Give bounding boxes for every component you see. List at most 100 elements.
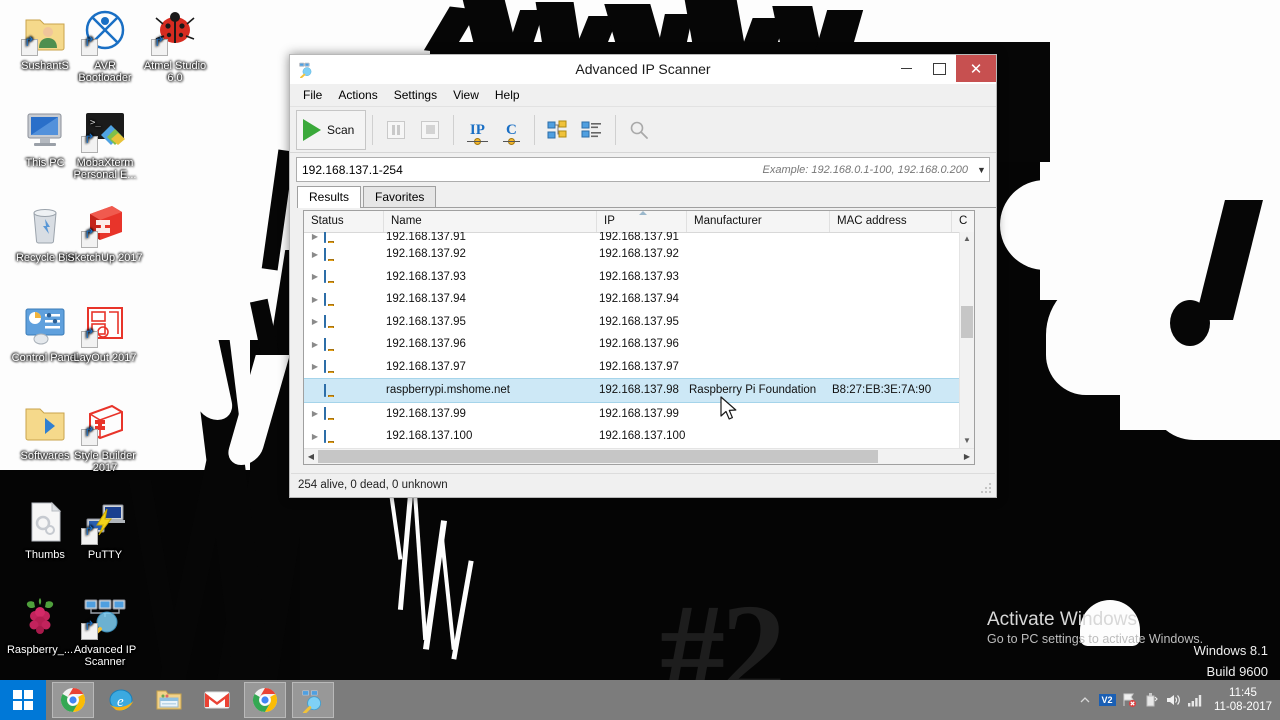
taskbar-chrome-window[interactable]: [244, 682, 286, 718]
expand-triangle-icon[interactable]: ▶: [306, 232, 324, 241]
taskbar-advanced-ip-scanner[interactable]: [292, 682, 334, 718]
horizontal-scroll-thumb[interactable]: [318, 450, 878, 463]
table-row[interactable]: ▶ 192.168.137.99 192.168.137.99: [304, 403, 960, 426]
clock[interactable]: 11:45 11-08-2017: [1214, 686, 1272, 714]
menu-file[interactable]: File: [295, 85, 330, 105]
expand-triangle-icon[interactable]: ▶: [306, 340, 324, 349]
table-row[interactable]: ▶ 192.168.137.100 192.168.137.100: [304, 425, 960, 448]
minimize-button[interactable]: [890, 55, 923, 82]
expand-triangle-icon[interactable]: ▶: [306, 295, 324, 304]
scan-button[interactable]: Scan: [296, 109, 367, 150]
vertical-scrollbar[interactable]: ▲ ▼: [959, 232, 974, 448]
recycle-bin-icon: [21, 200, 69, 248]
find-button[interactable]: [622, 113, 656, 147]
volume-icon[interactable]: [1162, 680, 1184, 720]
computer-status-icon: [324, 383, 339, 397]
activate-windows-watermark: Activate Windows Go to PC settings to ac…: [987, 608, 1203, 646]
desktop-icon-sketchup[interactable]: SketchUp 2017: [66, 200, 144, 264]
desktop-icon-layout-2017[interactable]: LayOut 2017: [66, 300, 144, 364]
expand-triangle-icon[interactable]: ▶: [306, 362, 324, 371]
expand-triangle-icon[interactable]: ▶: [306, 272, 324, 281]
menu-settings[interactable]: Settings: [386, 85, 445, 105]
table-row[interactable]: ▶ 192.168.137.97 192.168.137.97: [304, 356, 960, 379]
desktop-icon-advanced-ip-scanner[interactable]: Advanced IP Scanner: [66, 592, 144, 668]
expand-triangle-icon[interactable]: ▶: [306, 250, 324, 259]
cell-name: raspberrypi.mshome.net: [386, 384, 510, 397]
desktop-icon-label: Atmel Studio 6.0: [143, 60, 207, 84]
tab-results[interactable]: Results: [297, 186, 362, 208]
v2-tray-icon[interactable]: V2: [1096, 680, 1118, 720]
menu-actions[interactable]: Actions: [330, 85, 385, 105]
column-header-mac-address[interactable]: MAC address: [830, 211, 952, 232]
column-header-ip[interactable]: IP: [597, 211, 687, 232]
show-hidden-icons-button[interactable]: [1074, 680, 1096, 720]
desktop-icon-avr-bootloader[interactable]: AVR Bootloader: [66, 8, 144, 84]
stop-button[interactable]: [413, 113, 447, 147]
table-body[interactable]: ▶ 192.168.137.91 192.168.137.91 ▶ 192.168.13…: [304, 232, 960, 448]
c-button[interactable]: C: [494, 113, 528, 147]
ip-range-input[interactable]: [297, 161, 763, 178]
desktop-icon-putty[interactable]: PuTTY: [66, 497, 144, 561]
table-row[interactable]: ▶ 192.168.137.91 192.168.137.91: [304, 232, 960, 243]
menu-help[interactable]: Help: [487, 85, 528, 105]
horizontal-scroll-track[interactable]: [318, 450, 960, 463]
chevron-down-icon[interactable]: ▼: [974, 165, 989, 175]
tab-bar[interactable]: Results Favorites: [297, 186, 996, 208]
desktop-icon-mobaxterm[interactable]: >_ MobaXterm Personal E...: [66, 105, 144, 181]
ip-range-bar[interactable]: Example: 192.168.0.1-100, 192.168.0.200 …: [296, 157, 990, 182]
taskbar[interactable]: e V2 11:45 11-08-2017: [0, 680, 1280, 720]
action-center-flag-icon[interactable]: [1118, 680, 1140, 720]
table-row[interactable]: ▶ 192.168.137.92 192.168.137.92: [304, 243, 960, 266]
table-row[interactable]: ▶ 192.168.137.94 192.168.137.94: [304, 288, 960, 311]
c-icon: C: [502, 121, 520, 145]
scroll-right-button[interactable]: ▶: [960, 452, 974, 461]
table-row[interactable]: raspberrypi.mshome.net 192.168.137.98 Rasp…: [304, 378, 960, 403]
taskbar-gmail[interactable]: [196, 682, 238, 718]
vertical-scroll-thumb[interactable]: [961, 306, 973, 338]
table-header-row[interactable]: Status Name IP Manufacturer MAC address …: [304, 211, 974, 233]
desktop-icon-style-builder[interactable]: Style Builder 2017: [66, 398, 144, 474]
menu-view[interactable]: View: [445, 85, 487, 105]
close-button[interactable]: ✕: [956, 55, 996, 82]
ip-button[interactable]: IP: [460, 113, 494, 147]
desktop-icon-label: LayOut 2017: [73, 352, 137, 364]
safely-remove-hardware-icon[interactable]: [1140, 680, 1162, 720]
table-row[interactable]: ▶ 192.168.137.95 192.168.137.95: [304, 311, 960, 334]
network-signal-icon[interactable]: [1184, 680, 1206, 720]
tab-favorites[interactable]: Favorites: [363, 186, 437, 207]
menu-bar[interactable]: File Actions Settings View Help: [290, 84, 996, 107]
cell-ip: 192.168.137.95: [599, 315, 679, 328]
tree-view-button[interactable]: [541, 113, 575, 147]
toolbar[interactable]: Scan IP C: [290, 107, 996, 153]
resize-grip-icon[interactable]: [981, 483, 992, 494]
column-header-status[interactable]: Status: [304, 211, 384, 232]
column-header-manufacturer[interactable]: Manufacturer: [687, 211, 830, 232]
scroll-left-button[interactable]: ◀: [304, 452, 318, 461]
file-explorer-icon: [156, 690, 182, 710]
maximize-button[interactable]: [923, 55, 956, 82]
column-header-name[interactable]: Name: [384, 211, 597, 232]
horizontal-scrollbar[interactable]: ◀ ▶: [304, 448, 974, 464]
taskbar-file-explorer[interactable]: [148, 682, 190, 718]
system-tray[interactable]: V2 11:45 11-08-2017: [1074, 680, 1280, 720]
expand-triangle-icon[interactable]: ▶: [306, 432, 324, 441]
results-table[interactable]: Status Name IP Manufacturer MAC address …: [303, 210, 975, 465]
table-row[interactable]: ▶ 192.168.137.93 192.168.137.93: [304, 266, 960, 289]
expand-triangle-icon[interactable]: ▶: [306, 409, 324, 418]
desktop-icon-atmel-studio[interactable]: Atmel Studio 6.0: [136, 8, 214, 84]
computer-status-icon: [324, 407, 339, 421]
table-row[interactable]: ▶ 192.168.137.96 192.168.137.96: [304, 333, 960, 356]
cell-name: 192.168.137.93: [386, 270, 466, 283]
scroll-down-button[interactable]: ▼: [960, 434, 974, 448]
taskbar-internet-explorer[interactable]: e: [100, 682, 142, 718]
user-folder-icon: [21, 8, 69, 56]
column-header-comments[interactable]: C: [952, 211, 974, 232]
window-titlebar[interactable]: Advanced IP Scanner ✕: [290, 55, 996, 84]
start-button[interactable]: [0, 680, 46, 720]
scroll-up-button[interactable]: ▲: [960, 232, 974, 246]
thumbs-file-icon: [21, 497, 69, 545]
list-view-button[interactable]: [575, 113, 609, 147]
pause-button[interactable]: [379, 113, 413, 147]
taskbar-chrome[interactable]: [52, 682, 94, 718]
expand-triangle-icon[interactable]: ▶: [306, 317, 324, 326]
